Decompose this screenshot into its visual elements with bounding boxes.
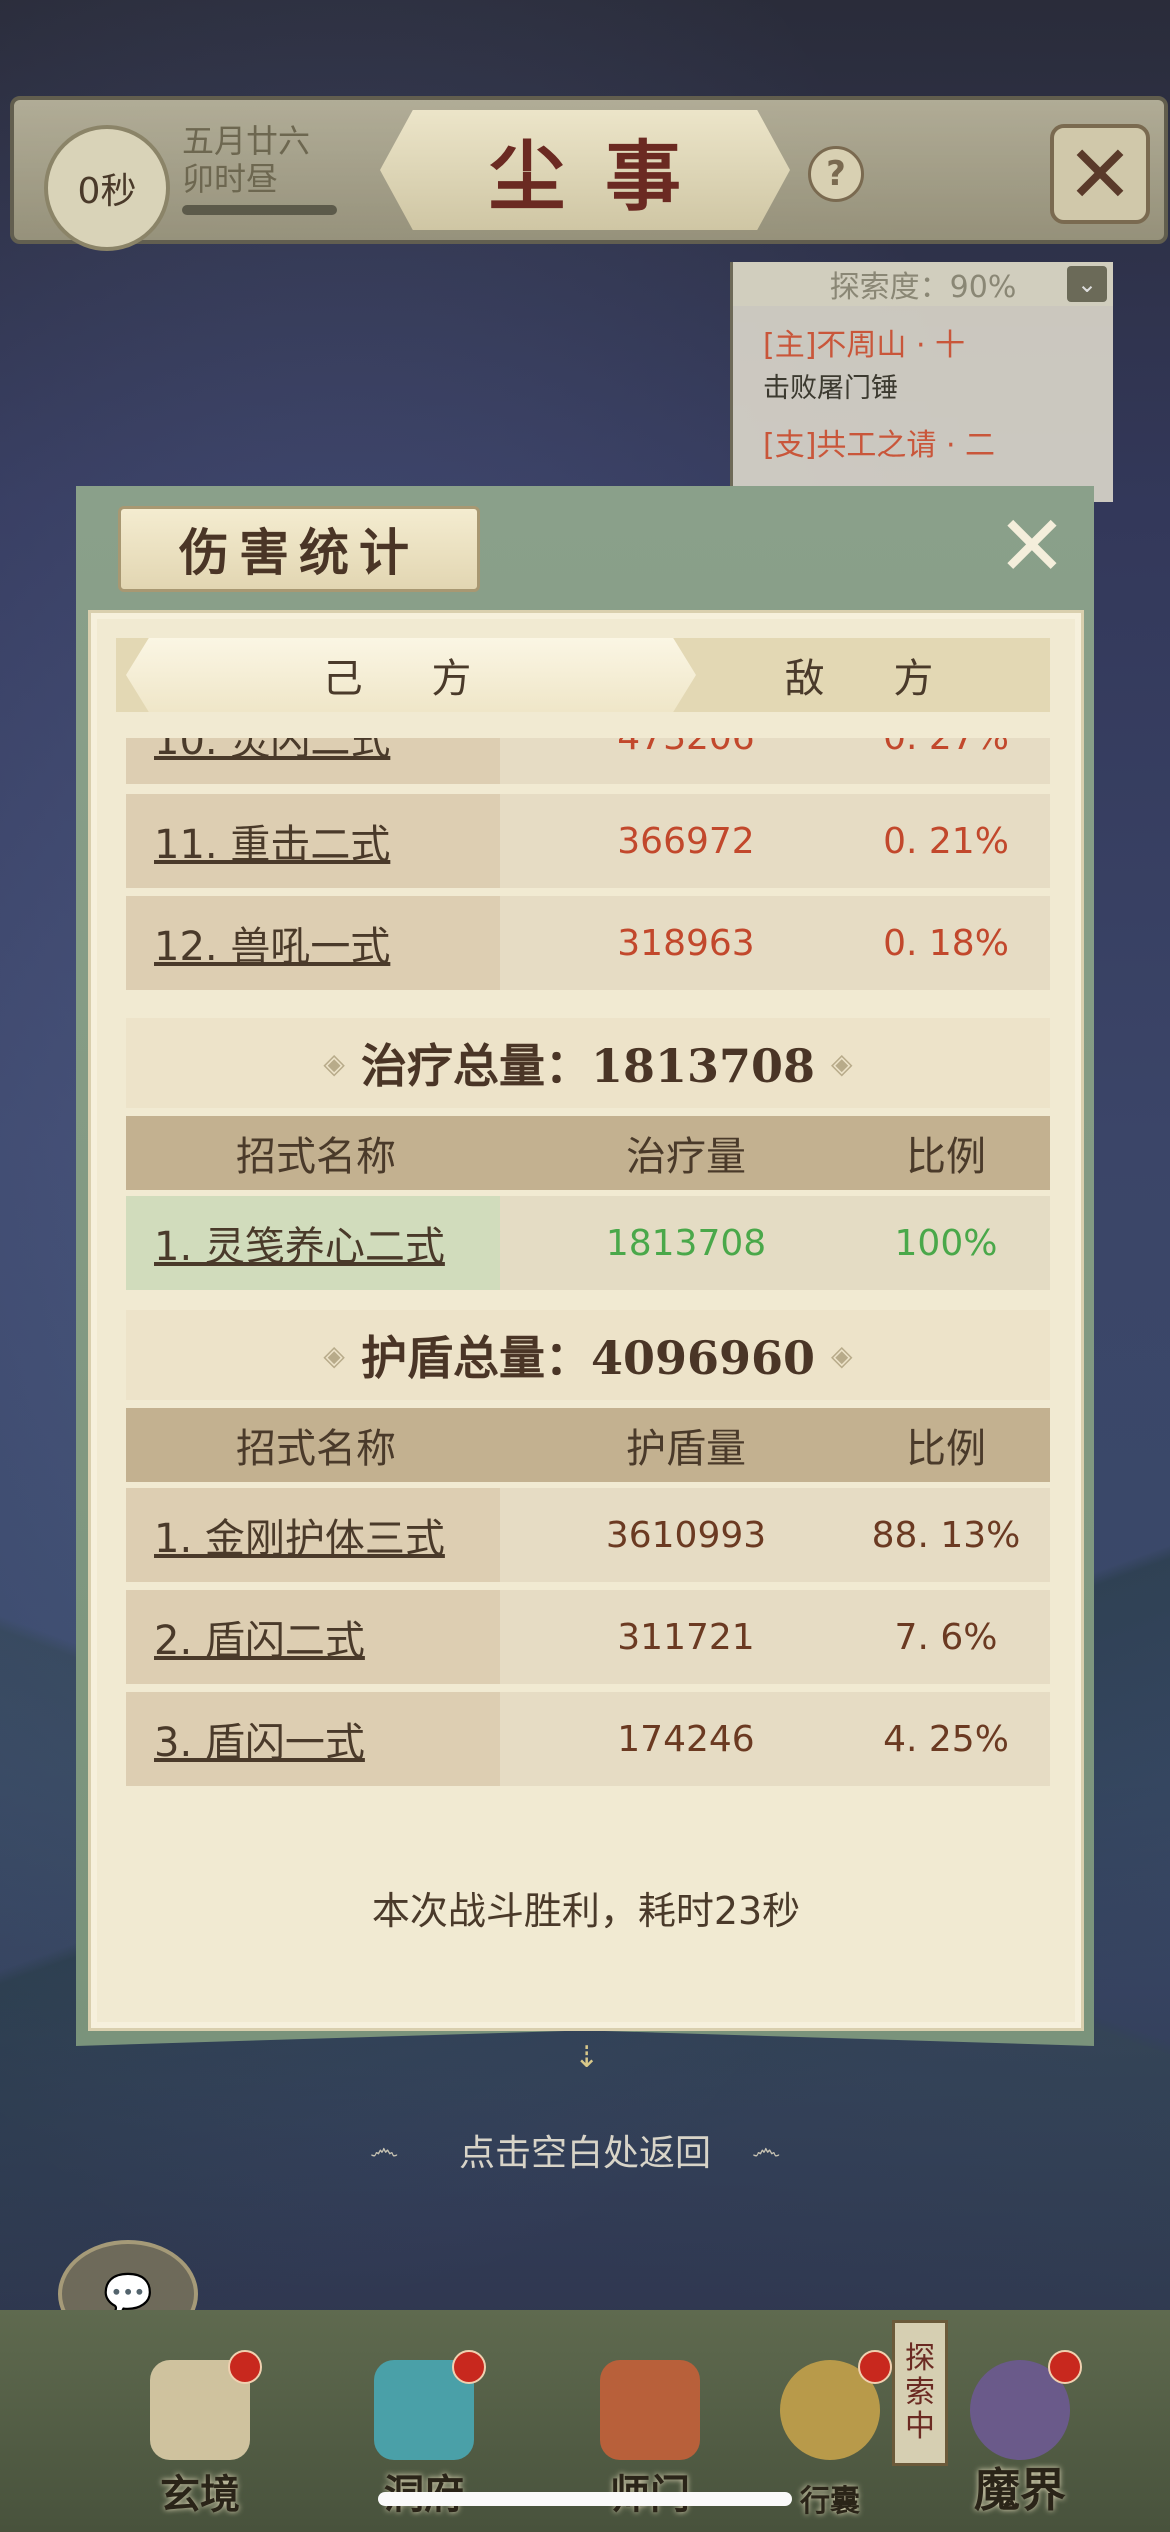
shield-row[interactable]: 2. 盾闪二式 311721 7. 6% bbox=[126, 1590, 1050, 1684]
modal-close-icon[interactable]: ✕ bbox=[996, 504, 1068, 588]
battle-result: 本次战斗胜利，耗时23秒 bbox=[371, 1889, 801, 1933]
diamond-icon: ◈ bbox=[831, 1046, 853, 1080]
damage-row[interactable]: 12. 兽吼一式 318963 0. 18% bbox=[126, 896, 1050, 990]
date-day: 五月廿六 bbox=[182, 122, 311, 160]
diamond-icon: ◈ bbox=[831, 1338, 853, 1372]
home-indicator[interactable] bbox=[378, 2492, 792, 2506]
notification-dot bbox=[858, 2350, 892, 2384]
heal-percent: 100% bbox=[894, 1222, 998, 1264]
damage-percent: 0. 18% bbox=[883, 922, 1009, 964]
scroll-arrow-icon: ⇣ bbox=[574, 2040, 600, 2075]
damage-row[interactable]: 11. 重击二式 366972 0. 21% bbox=[126, 794, 1050, 888]
diamond-icon: ◈ bbox=[323, 1338, 345, 1372]
shield-column-header: 招式名称 护盾量 比例 bbox=[126, 1408, 1050, 1482]
time-progress-bar bbox=[182, 205, 337, 215]
diamond-icon: ◈ bbox=[323, 1046, 345, 1080]
explore-progress: 探索度：90% bbox=[733, 262, 1113, 306]
modal-title-plaque: 伤害统计 bbox=[118, 506, 480, 592]
skill-name[interactable]: 10. 灵闪二式 bbox=[154, 738, 390, 784]
nav-label: 师门 bbox=[570, 2462, 730, 2520]
game-date: 五月廿六 卯时昼 bbox=[182, 122, 342, 198]
skill-name[interactable]: 2. 盾闪二式 bbox=[154, 1590, 365, 1684]
heal-row[interactable]: 1. 灵笺养心二式 1813708 100% bbox=[126, 1196, 1050, 1290]
nav-label: 洞府 bbox=[344, 2462, 504, 2520]
nav-item-mojie[interactable]: 魔界 bbox=[940, 2350, 1100, 2520]
modal-title: 伤害统计 bbox=[179, 523, 419, 582]
stats-list[interactable]: 10. 灵闪二式 473206 0. 27% 11. 重击二式 366972 0… bbox=[116, 738, 1050, 1810]
damage-value: 473206 bbox=[566, 738, 806, 784]
col-skill-name: 招式名称 bbox=[236, 1134, 396, 1180]
skill-name[interactable]: 1. 金刚护体三式 bbox=[154, 1488, 445, 1582]
damage-value: 366972 bbox=[617, 820, 755, 862]
heal-value: 1813708 bbox=[605, 1222, 767, 1264]
damage-value: 318963 bbox=[617, 922, 755, 964]
heal-total-header: ◈ 治疗总量：1813708 ◈ bbox=[126, 1018, 1050, 1108]
shield-value: 311721 bbox=[617, 1616, 755, 1658]
shield-percent: 7. 6% bbox=[894, 1616, 998, 1658]
timer-badge: 0秒 bbox=[44, 125, 170, 251]
notification-dot bbox=[228, 2350, 262, 2384]
shield-row[interactable]: 3. 盾闪一式 174246 4. 25% bbox=[126, 1692, 1050, 1786]
page-title: 尘事 bbox=[489, 132, 721, 221]
side-quest-title[interactable]: [支]共工之请 · 二 bbox=[763, 420, 995, 464]
nav-label: 玄境 bbox=[160, 2471, 240, 2518]
quest-panel[interactable]: 探索度：90% ⌄ [主]不周山 · 十 击败屠门锤 [支]共工之请 · 二 bbox=[730, 262, 1113, 502]
tab-enemy-side[interactable]: 敌 方 bbox=[696, 638, 1050, 712]
nav-label: 魔界 bbox=[974, 2463, 1066, 2517]
shield-percent: 4. 25% bbox=[883, 1718, 1009, 1760]
damage-percent: 0. 21% bbox=[883, 820, 1009, 862]
shield-row[interactable]: 1. 金刚护体三式 3610993 88. 13% bbox=[126, 1488, 1050, 1582]
close-icon[interactable]: ✕ bbox=[1050, 124, 1150, 224]
side-tabs: 己 方 敌 方 bbox=[116, 638, 1050, 712]
notification-dot bbox=[1048, 2350, 1082, 2384]
shield-percent: 88. 13% bbox=[871, 1514, 1021, 1556]
page-title-plaque: 尘事 bbox=[380, 110, 790, 230]
tab-own-side[interactable]: 己 方 bbox=[126, 638, 696, 712]
col-shield-amount: 护盾量 bbox=[626, 1426, 746, 1472]
swirl-right-icon: ෴ bbox=[752, 2132, 781, 2167]
shield-total: 护盾总量：4096960 bbox=[360, 1331, 816, 1385]
tap-to-return-hint[interactable]: 点击空白处返回 bbox=[0, 2124, 1170, 2176]
main-quest-title[interactable]: [主]不周山 · 十 bbox=[763, 320, 965, 364]
date-time: 卯时昼 bbox=[182, 160, 279, 198]
main-quest-desc: 击败屠门锤 bbox=[763, 373, 898, 404]
shield-value: 174246 bbox=[617, 1718, 755, 1760]
heal-total: 治疗总量：1813708 bbox=[360, 1039, 816, 1093]
nav-item-xuanjing[interactable]: 玄境 bbox=[120, 2350, 280, 2520]
shield-value: 3610993 bbox=[605, 1514, 767, 1556]
col-percent: 比例 bbox=[906, 1426, 986, 1472]
help-icon[interactable]: ? bbox=[808, 146, 864, 202]
chevron-down-icon[interactable]: ⌄ bbox=[1067, 266, 1107, 302]
shield-total-header: ◈ 护盾总量：4096960 ◈ bbox=[126, 1310, 1050, 1400]
heal-column-header: 招式名称 治疗量 比例 bbox=[126, 1116, 1050, 1190]
damage-percent: 0. 27% bbox=[846, 738, 1046, 784]
skill-name[interactable]: 12. 兽吼一式 bbox=[154, 896, 390, 990]
skill-name[interactable]: 1. 灵笺养心二式 bbox=[154, 1196, 445, 1290]
col-percent: 比例 bbox=[906, 1134, 986, 1180]
damage-row[interactable]: 10. 灵闪二式 473206 0. 27% bbox=[126, 738, 1050, 784]
col-heal-amount: 治疗量 bbox=[626, 1134, 746, 1180]
col-skill-name: 招式名称 bbox=[236, 1426, 396, 1472]
notification-dot bbox=[452, 2350, 486, 2384]
skill-name[interactable]: 3. 盾闪一式 bbox=[154, 1692, 365, 1786]
skill-name[interactable]: 11. 重击二式 bbox=[154, 794, 390, 888]
banner-icon bbox=[600, 2360, 700, 2460]
